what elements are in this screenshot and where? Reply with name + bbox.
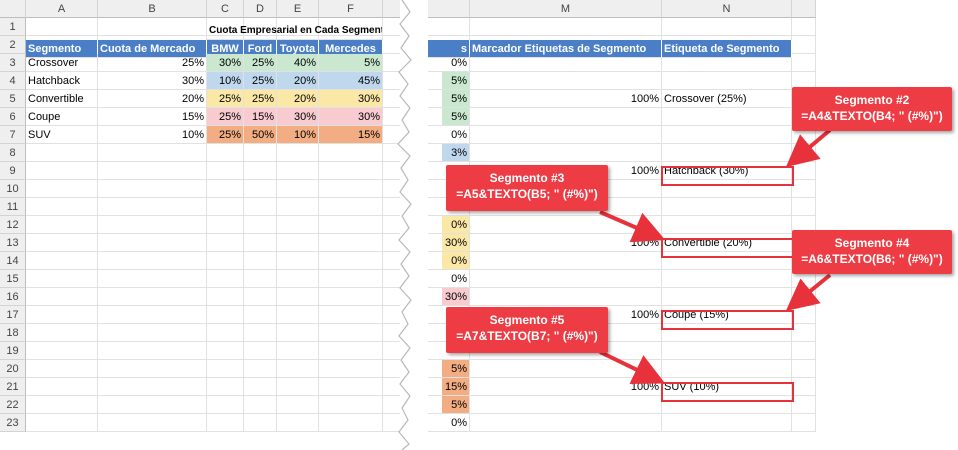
callout-title: Segmento #5 xyxy=(489,313,565,327)
callout-formula: =A7&TEXTO(B7; " (#%)") xyxy=(456,329,598,343)
callout-segmento-2: Segmento #2 =A4&TEXTO(B4; " (#%)") xyxy=(792,87,952,131)
arrow-segmento-4 xyxy=(785,273,832,312)
callout-formula: =A4&TEXTO(B4; " (#%)") xyxy=(801,109,943,123)
callout-segmento-5: Segmento #5 =A7&TEXTO(B7; " (#%)") xyxy=(446,307,608,353)
arrow-segmento-3 xyxy=(599,210,666,243)
callout-title: Segmento #2 xyxy=(834,93,910,107)
arrow-segmento-5 xyxy=(599,350,666,384)
callout-arrows xyxy=(599,128,832,384)
callout-formula: =A6&TEXTO(B6; " (#%)") xyxy=(801,252,943,266)
callout-title: Segmento #4 xyxy=(834,236,910,250)
callout-title: Segmento #3 xyxy=(489,171,565,185)
callout-formula: =A5&TEXTO(B5; " (#%)") xyxy=(456,187,598,201)
callout-segmento-4: Segmento #4 =A6&TEXTO(B6; " (#%)") xyxy=(792,230,952,274)
callout-segmento-3: Segmento #3 =A5&TEXTO(B5; " (#%)") xyxy=(446,165,608,211)
arrow-segmento-2 xyxy=(785,128,832,168)
